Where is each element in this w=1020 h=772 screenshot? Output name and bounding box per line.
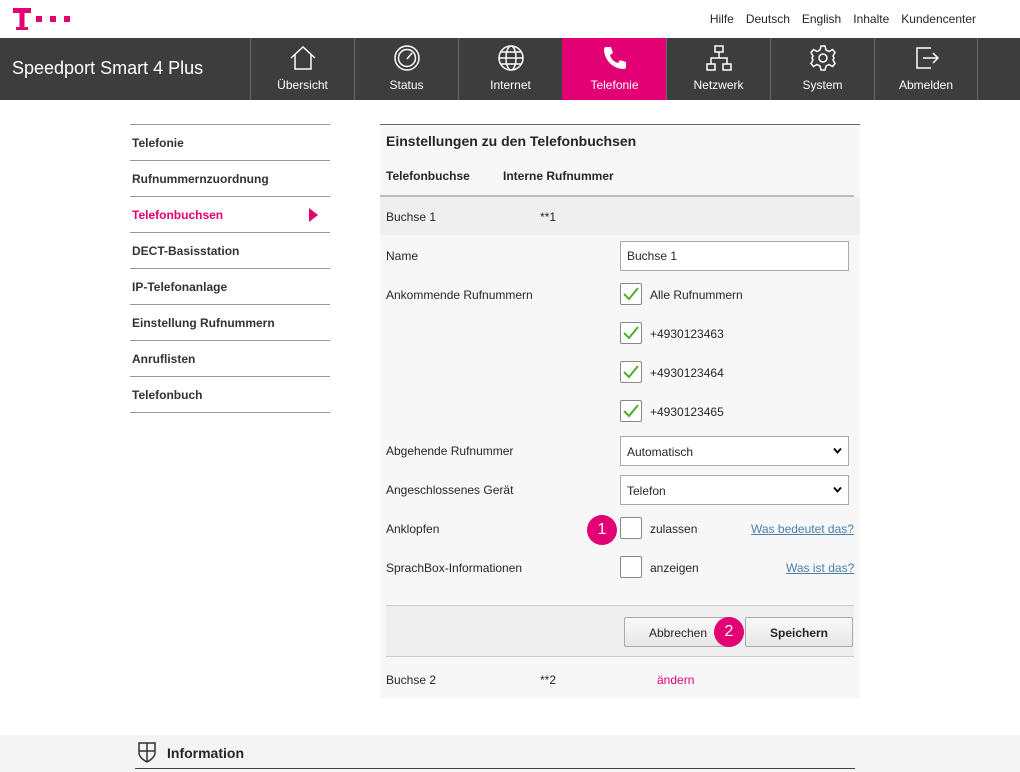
brand-title: Speedport Smart 4 Plus <box>12 58 204 78</box>
call-waiting-label: Anklopfen <box>386 522 440 536</box>
sidebar-item-number-settings[interactable]: Einstellung Rufnummern <box>130 305 330 341</box>
top-bar: Hilfe Deutsch English Inhalte Kundencent… <box>0 0 1020 38</box>
nav-tab-label: Abmelden <box>898 78 954 92</box>
sidebar-item-call-lists[interactable]: Anruflisten <box>130 341 330 377</box>
arrow-right-icon <box>309 208 318 222</box>
nav-tab-label: System <box>802 78 843 92</box>
gauge-icon <box>394 45 420 71</box>
shield-icon <box>138 742 156 763</box>
checkbox-all-numbers[interactable] <box>620 283 642 305</box>
call-waiting-help-link[interactable]: Was bedeutet das? <box>751 522 854 536</box>
call-waiting-option: zulassen <box>650 522 698 536</box>
information-section[interactable]: Information <box>135 735 855 769</box>
voicebox-help-link[interactable]: Was ist das? <box>786 561 854 575</box>
top-links: Hilfe Deutsch English Inhalte Kundencent… <box>698 12 976 26</box>
nav-tab-overview[interactable]: Übersicht <box>250 38 354 100</box>
annotation-badge-2: 2 <box>714 617 744 647</box>
checkmark-icon <box>623 404 639 418</box>
nav-tab-label: Netzwerk <box>693 78 744 92</box>
socket-2-label: Buchse 2 <box>386 673 437 687</box>
outgoing-number-select[interactable]: Automatisch <box>620 436 849 466</box>
globe-icon <box>498 45 524 71</box>
col-header-internal-number: Interne Rufnummer <box>503 169 614 183</box>
settings-panel: Einstellungen zu den Telefonbuchsen Tele… <box>380 124 860 698</box>
socket-1-label: Buchse 1 <box>386 210 437 224</box>
telekom-logo[interactable] <box>13 6 71 32</box>
link-contents[interactable]: Inhalte <box>853 12 889 26</box>
sidebar: Telefonie Rufnummernzuordnung Telefonbuc… <box>130 124 330 413</box>
connected-device-select[interactable]: Telefon <box>620 475 849 505</box>
sidebar-item-label: Telefonbuchsen <box>132 208 224 222</box>
nav-tab-label: Internet <box>490 78 531 92</box>
home-icon <box>290 45 316 70</box>
checkbox-label: Alle Rufnummern <box>650 288 743 302</box>
name-input[interactable] <box>620 241 849 271</box>
sidebar-item-phonebook[interactable]: Telefonbuch <box>130 377 330 413</box>
socket-2-number: **2 <box>540 673 557 687</box>
socket-2-change-link[interactable]: ändern <box>657 673 694 687</box>
nav-tab-system[interactable]: System <box>770 38 874 100</box>
incoming-numbers-label: Ankommende Rufnummern <box>386 288 533 302</box>
nav-tab-label: Übersicht <box>277 78 328 92</box>
chevron-down-icon <box>833 447 842 454</box>
link-english[interactable]: English <box>802 12 841 26</box>
checkmark-icon <box>623 326 639 340</box>
network-icon <box>706 45 732 71</box>
main-navbar: Speedport Smart 4 Plus Übersicht Status … <box>0 38 1020 100</box>
socket-1-number: **1 <box>540 210 557 224</box>
information-title: Information <box>167 745 244 761</box>
button-bar: Abbrechen Speichern <box>386 605 854 657</box>
checkbox-call-waiting[interactable] <box>620 517 642 539</box>
connected-device-label: Angeschlossenes Gerät <box>386 483 514 497</box>
checkbox-label: +4930123463 <box>650 327 724 341</box>
gear-icon <box>810 45 836 71</box>
sidebar-item-dect-base[interactable]: DECT-Basisstation <box>130 233 330 269</box>
link-customer-center[interactable]: Kundencenter <box>901 12 976 26</box>
nav-tab-logout[interactable]: Abmelden <box>874 38 978 100</box>
checkmark-icon <box>623 365 639 379</box>
link-deutsch[interactable]: Deutsch <box>746 12 790 26</box>
checkbox-number-1[interactable] <box>620 322 642 344</box>
col-header-socket: Telefonbuchse <box>386 169 470 183</box>
chevron-down-icon <box>833 486 842 493</box>
panel-title: Einstellungen zu den Telefonbuchsen <box>386 133 637 149</box>
checkbox-label: +4930123464 <box>650 366 724 380</box>
socket-1-row: Buchse 1 **1 <box>380 197 860 235</box>
nav-tab-label: Telefonie <box>590 78 639 92</box>
sidebar-item-number-assignment[interactable]: Rufnummernzuordnung <box>130 161 330 197</box>
voicebox-label: SprachBox-Informationen <box>386 561 523 575</box>
sidebar-item-ip-pbx[interactable]: IP-Telefonanlage <box>130 269 330 305</box>
select-value: Automatisch <box>627 445 694 459</box>
sidebar-item-phone-sockets[interactable]: Telefonbuchsen <box>130 197 330 233</box>
checkbox-voicebox[interactable] <box>620 556 642 578</box>
phone-icon <box>604 47 626 69</box>
voicebox-option: anzeigen <box>650 561 699 575</box>
nav-tabs: Übersicht Status Internet Telefonie Netz… <box>250 38 978 100</box>
checkbox-label: +4930123465 <box>650 405 724 419</box>
nav-tab-internet[interactable]: Internet <box>458 38 562 100</box>
nav-tab-telephony[interactable]: Telefonie <box>562 38 666 100</box>
annotation-badge-1: 1 <box>587 515 617 545</box>
checkbox-number-2[interactable] <box>620 361 642 383</box>
footer: Information <box>0 735 1020 772</box>
checkmark-icon <box>623 287 639 301</box>
checkbox-number-3[interactable] <box>620 400 642 422</box>
name-label: Name <box>386 249 419 263</box>
select-value: Telefon <box>627 484 666 498</box>
logout-icon <box>916 47 940 69</box>
nav-tab-network[interactable]: Netzwerk <box>666 38 770 100</box>
outgoing-number-label: Abgehende Rufnummer <box>386 444 514 458</box>
nav-tab-label: Status <box>389 78 424 92</box>
save-button[interactable]: Speichern <box>745 617 853 647</box>
sidebar-item-telephony[interactable]: Telefonie <box>130 125 330 161</box>
link-help[interactable]: Hilfe <box>710 12 734 26</box>
nav-tab-status[interactable]: Status <box>354 38 458 100</box>
